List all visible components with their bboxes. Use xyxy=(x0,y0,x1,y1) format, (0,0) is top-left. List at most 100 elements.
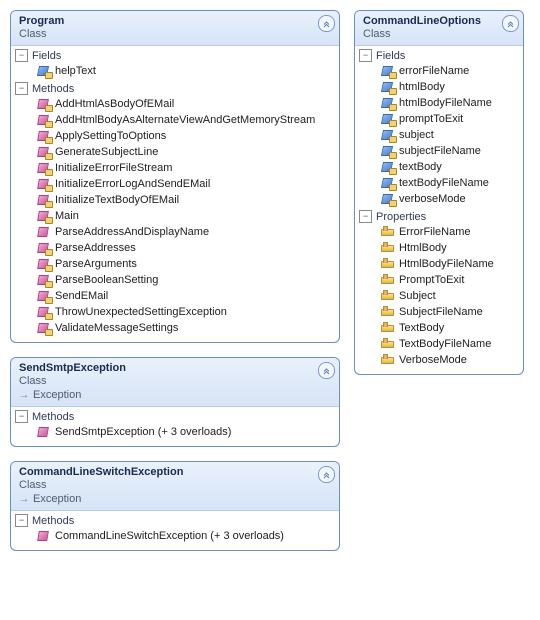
member-list: SendSmtpException (+ 3 overloads) xyxy=(11,424,339,442)
member-row[interactable]: ParseAddressAndDisplayName xyxy=(11,224,339,240)
member-row[interactable]: SendSmtpException (+ 3 overloads) xyxy=(11,424,339,440)
section-header-methods[interactable]: −Methods xyxy=(11,81,339,96)
class-box-sendsmtpex: SendSmtpExceptionClass→Exception−Methods… xyxy=(10,357,340,447)
member-row[interactable]: promptToExit xyxy=(355,111,523,127)
member-row[interactable]: ParseAddresses xyxy=(11,240,339,256)
member-row[interactable]: ThrowUnexpectedSettingException xyxy=(11,304,339,320)
member-row[interactable]: textBodyFileName xyxy=(355,175,523,191)
section-header-methods[interactable]: −Methods xyxy=(11,409,339,424)
member-name: htmlBodyFileName xyxy=(399,97,492,109)
member-row[interactable]: subject xyxy=(355,127,523,143)
section-header-properties[interactable]: −Properties xyxy=(355,209,523,224)
method-icon xyxy=(37,322,51,334)
section-header-methods[interactable]: −Methods xyxy=(11,513,339,528)
method-icon xyxy=(37,258,51,270)
member-row[interactable]: ParseBooleanSetting xyxy=(11,272,339,288)
member-row[interactable]: GenerateSubjectLine xyxy=(11,144,339,160)
member-row[interactable]: SendEMail xyxy=(11,288,339,304)
section-label: Methods xyxy=(30,411,74,423)
method-icon xyxy=(37,530,51,542)
member-name: VerboseMode xyxy=(399,354,467,366)
section-header-fields[interactable]: −Fields xyxy=(11,48,339,63)
member-name: ParseBooleanSetting xyxy=(55,274,158,286)
member-name: SendEMail xyxy=(55,290,108,302)
right-column: CommandLineOptionsClass−FieldserrorFileN… xyxy=(354,10,524,375)
method-icon xyxy=(37,178,51,190)
collapse-button[interactable] xyxy=(318,466,335,483)
member-name: ParseArguments xyxy=(55,258,137,270)
method-icon xyxy=(37,194,51,206)
member-row[interactable]: AddHtmlBodyAsAlternateViewAndGetMemorySt… xyxy=(11,112,339,128)
collapse-button[interactable] xyxy=(502,15,519,32)
class-diagram-canvas: ProgramClass−FieldshelpText−MethodsAddHt… xyxy=(10,10,530,551)
property-icon xyxy=(381,258,395,270)
member-row[interactable]: InitializeErrorFileStream xyxy=(11,160,339,176)
class-header: CommandLineOptionsClass xyxy=(355,11,523,46)
member-row[interactable]: InitializeTextBodyOfEMail xyxy=(11,192,339,208)
member-row[interactable]: Main xyxy=(11,208,339,224)
class-kind: Class xyxy=(19,375,333,387)
member-row[interactable]: ValidateMessageSettings xyxy=(11,320,339,336)
class-name: SendSmtpException xyxy=(19,362,333,374)
member-list: CommandLineSwitchException (+ 3 overload… xyxy=(11,528,339,546)
method-icon xyxy=(37,210,51,222)
member-row[interactable]: ErrorFileName xyxy=(355,224,523,240)
class-header: CommandLineSwitchExceptionClass→Exceptio… xyxy=(11,462,339,511)
method-icon xyxy=(37,226,51,238)
property-icon xyxy=(381,274,395,286)
property-icon xyxy=(381,322,395,334)
member-row[interactable]: InitializeErrorLogAndSendEMail xyxy=(11,176,339,192)
field-icon xyxy=(381,193,395,205)
member-row[interactable]: AddHtmlAsBodyOfEMail xyxy=(11,96,339,112)
minus-toggle-icon[interactable]: − xyxy=(15,82,28,95)
section-label: Properties xyxy=(374,211,426,223)
member-row[interactable]: ParseArguments xyxy=(11,256,339,272)
property-icon xyxy=(381,354,395,366)
member-row[interactable]: SubjectFileName xyxy=(355,304,523,320)
member-row[interactable]: TextBody xyxy=(355,320,523,336)
member-row[interactable]: subjectFileName xyxy=(355,143,523,159)
member-name: helpText xyxy=(55,65,96,77)
member-name: AddHtmlAsBodyOfEMail xyxy=(55,98,174,110)
member-name: InitializeTextBodyOfEMail xyxy=(55,194,179,206)
member-name: ApplySettingToOptions xyxy=(55,130,166,142)
member-row[interactable]: htmlBody xyxy=(355,79,523,95)
member-name: GenerateSubjectLine xyxy=(55,146,158,158)
member-name: ValidateMessageSettings xyxy=(55,322,178,334)
member-row[interactable]: Subject xyxy=(355,288,523,304)
section-label: Methods xyxy=(30,83,74,95)
member-row[interactable]: helpText xyxy=(11,63,339,79)
member-row[interactable]: HtmlBody xyxy=(355,240,523,256)
class-name: CommandLineSwitchException xyxy=(19,466,333,478)
member-row[interactable]: ApplySettingToOptions xyxy=(11,128,339,144)
class-box-cmdlineoptions: CommandLineOptionsClass−FieldserrorFileN… xyxy=(354,10,524,375)
member-row[interactable]: CommandLineSwitchException (+ 3 overload… xyxy=(11,528,339,544)
member-row[interactable]: HtmlBodyFileName xyxy=(355,256,523,272)
class-body: −MethodsCommandLineSwitchException (+ 3 … xyxy=(11,511,339,550)
member-row[interactable]: verboseMode xyxy=(355,191,523,207)
minus-toggle-icon[interactable]: − xyxy=(15,410,28,423)
method-icon xyxy=(37,274,51,286)
minus-toggle-icon[interactable]: − xyxy=(359,210,372,223)
class-box-program: ProgramClass−FieldshelpText−MethodsAddHt… xyxy=(10,10,340,343)
member-name: Main xyxy=(55,210,79,222)
member-row[interactable]: textBody xyxy=(355,159,523,175)
member-row[interactable]: errorFileName xyxy=(355,63,523,79)
member-row[interactable]: TextBodyFileName xyxy=(355,336,523,352)
class-inherits: →Exception xyxy=(19,493,333,505)
member-row[interactable]: htmlBodyFileName xyxy=(355,95,523,111)
minus-toggle-icon[interactable]: − xyxy=(15,49,28,62)
member-row[interactable]: PromptToExit xyxy=(355,272,523,288)
collapse-button[interactable] xyxy=(318,362,335,379)
member-row[interactable]: VerboseMode xyxy=(355,352,523,368)
minus-toggle-icon[interactable]: − xyxy=(15,514,28,527)
member-name: InitializeErrorLogAndSendEMail xyxy=(55,178,210,190)
member-name: ParseAddresses xyxy=(55,242,136,254)
member-name: errorFileName xyxy=(399,65,469,77)
section-label: Fields xyxy=(374,50,405,62)
section-header-fields[interactable]: −Fields xyxy=(355,48,523,63)
collapse-button[interactable] xyxy=(318,15,335,32)
minus-toggle-icon[interactable]: − xyxy=(359,49,372,62)
field-icon xyxy=(381,161,395,173)
member-name: subjectFileName xyxy=(399,145,481,157)
